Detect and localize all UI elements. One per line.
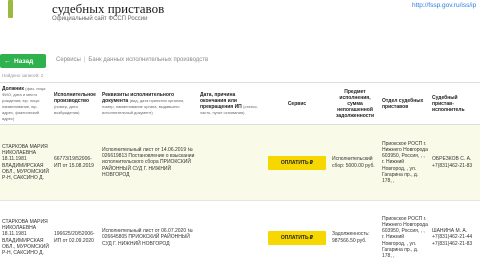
site-subtitle: Официальный сайт ФССП России (52, 16, 148, 22)
breadcrumb-item-services[interactable]: Сервисы (56, 57, 81, 63)
site-header: судебных приставов Официальный сайт ФССП… (0, 0, 480, 30)
column-header-department: Отдел судебных приставов (380, 82, 430, 125)
fssp-logo[interactable] (8, 0, 14, 20)
pay-button[interactable]: ОПЛАТИТЬ₽ (268, 230, 326, 245)
cell-end-reason (198, 124, 264, 201)
cell-document: Исполнительный лист от 06.07.2020 № 0266… (100, 200, 198, 270)
table-row: СТАРКОВА МАРИЯ НИКОЛАЕВНА 18.11.1981 ВЛА… (0, 200, 480, 270)
column-header-subject: Предмет исполнения, сумма непогашенной з… (330, 82, 380, 125)
site-title: судебных приставов (52, 1, 165, 16)
arrow-left-icon: ← (4, 57, 11, 65)
cell-debtor: СТАРКОВА МАРИЯ НИКОЛАЕВНА 18.11.1981 ВЛА… (0, 124, 52, 201)
cell-subject: Исполнительский сбор: 5000.00 руб. (330, 124, 380, 201)
back-button[interactable]: ← Назад (0, 54, 46, 68)
site-url-link[interactable]: http://fssp.gov.ru/iss/ip (412, 2, 476, 9)
column-header-service: Сервис (264, 82, 330, 125)
breadcrumb: Сервисы | Банк данных исполнительных произ… (56, 57, 208, 63)
column-header-end-reason[interactable]: Дата, причина окончания или прекращения … (198, 82, 264, 125)
cell-end-reason (198, 200, 264, 270)
proceedings-table: Должник (физ. лицо: ФИО, дата и место ро… (0, 82, 480, 270)
back-button-label: Назад (14, 57, 34, 65)
ruble-icon: ₽ (309, 159, 314, 166)
breadcrumb-item-bank: Банк данных исполнительных производств (88, 57, 209, 63)
cell-department: Приокское РОСП г. Нижнего Новгорода 6039… (380, 124, 430, 201)
column-header-debtor[interactable]: Должник (физ. лицо: ФИО, дата и место ро… (0, 82, 52, 125)
cell-service: ОПЛАТИТЬ₽ (264, 124, 330, 201)
cell-proceeding: 66773/19/52006-ИП от 15.08.2019 (52, 124, 100, 201)
cell-subject: Задолженность: 987566.50 руб. (330, 200, 380, 270)
column-header-bailiff: Судебный пристав-исполнитель (430, 82, 480, 125)
table-row: СТАРКОВА МАРИЯ НИКОЛАЕВНА 18.11.1981 ВЛА… (0, 124, 480, 201)
column-header-document[interactable]: Реквизиты исполнительного документа (вид… (100, 82, 198, 125)
pay-button[interactable]: ОПЛАТИТЬ₽ (268, 155, 326, 170)
cell-document: Исполнительный лист от 14.06.2019 № 0266… (100, 124, 198, 201)
results-count: Найдено записей: 2 (2, 73, 44, 78)
cell-department: Приокское РОСП г. Нижнего Новгорода 6039… (380, 200, 430, 270)
breadcrumb-separator: | (83, 57, 86, 63)
cell-proceeding: 196625/20/52006-ИП от 02.09.2020 (52, 200, 100, 270)
table-header-row: Должник (физ. лицо: ФИО, дата и место ро… (0, 82, 480, 125)
column-header-proceeding[interactable]: Исполнительное производство (номер, дата… (52, 82, 100, 125)
navigation-bar: ← Назад Сервисы | Банк данных исполнительн… (0, 54, 480, 68)
cell-bailiff: ШАНИНА М. А. +7(831)462-21-44 +7(831)462… (430, 200, 480, 270)
cell-service: ОПЛАТИТЬ₽ (264, 200, 330, 270)
cell-bailiff: ОБРЕЗКОВ С. А. +7(831)462-21-83 (430, 124, 480, 201)
ruble-icon: ₽ (309, 234, 314, 241)
cell-debtor: СТАРКОВА МАРИЯ НИКОЛАЕВНА 18.11.1981 ВЛА… (0, 200, 52, 270)
